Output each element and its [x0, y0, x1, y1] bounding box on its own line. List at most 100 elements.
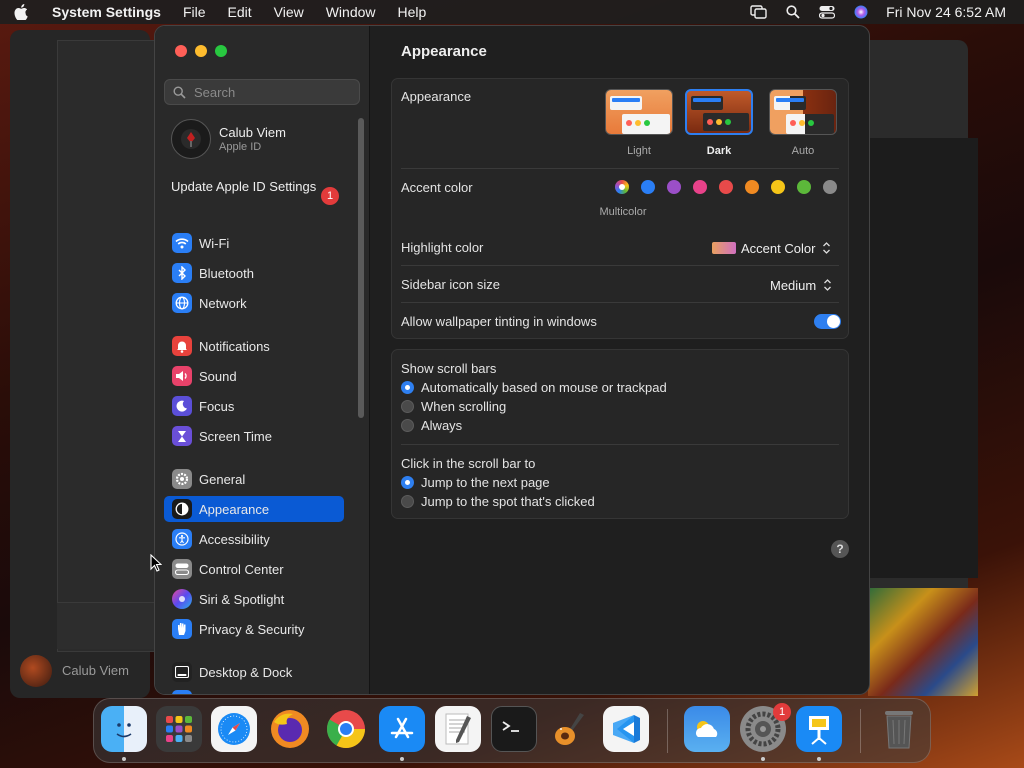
desktop-wallpaper-painting: [868, 588, 978, 696]
radio-button[interactable]: [401, 495, 414, 508]
chrome-icon[interactable]: [323, 706, 369, 752]
zoom-window-button[interactable]: [215, 45, 227, 57]
sidebar-item-sound[interactable]: Sound: [164, 363, 344, 389]
edit-menu[interactable]: Edit: [228, 4, 252, 20]
light-thumb-dot: [644, 120, 650, 126]
divider: [401, 265, 839, 266]
sidebar: Calub Viem Apple ID Update Apple ID Sett…: [155, 26, 370, 694]
sidebar-item-focus[interactable]: Focus: [164, 393, 344, 419]
sidebar-item-label: Appearance: [199, 501, 270, 517]
weather-icon[interactable]: [684, 706, 730, 752]
terminal-icon[interactable]: [491, 706, 537, 752]
accent-graphite-swatch[interactable]: [823, 180, 837, 194]
accent-orange-swatch[interactable]: [745, 180, 759, 194]
sidebar-item-wifi[interactable]: Wi-Fi: [164, 230, 344, 256]
keynote-icon[interactable]: [796, 706, 842, 752]
control-center-menu-icon[interactable]: [818, 5, 836, 19]
sidebar-item-siri-spotlight[interactable]: Siri & Spotlight: [164, 586, 344, 612]
sidebar-item-notifications[interactable]: Notifications: [164, 333, 344, 359]
screen-mirroring-icon[interactable]: [750, 5, 768, 19]
accent-pink-swatch[interactable]: [693, 180, 707, 194]
accent-purple-swatch[interactable]: [667, 180, 681, 194]
sidebar-icon-size-select[interactable]: Medium: [770, 277, 833, 293]
safari-icon[interactable]: [211, 706, 257, 752]
moon-icon: [172, 396, 192, 416]
sidebar-item-network[interactable]: Network: [164, 290, 344, 316]
firefox-icon[interactable]: [267, 706, 313, 752]
menu-bar-clock[interactable]: Fri Nov 24 6:52 AM: [886, 4, 1006, 20]
radio-label: Always: [421, 418, 463, 433]
appearance-icon: [172, 499, 192, 519]
auto-thumb-dot: [799, 120, 805, 126]
sidebar-scrollbar[interactable]: [358, 118, 364, 418]
radio-button[interactable]: [401, 476, 414, 489]
sidebar-icon-size-value: Medium: [770, 277, 817, 293]
radio-button[interactable]: [401, 419, 414, 432]
help-button[interactable]: ?: [831, 540, 849, 558]
trash-icon[interactable]: [876, 706, 922, 752]
menu-bar: System Settings File Edit View Window He…: [0, 0, 1024, 24]
sidebar-item-general[interactable]: General: [164, 466, 344, 492]
help-menu[interactable]: Help: [398, 4, 427, 20]
click-scroll-spot-option[interactable]: Jump to the spot that's clicked: [401, 494, 595, 509]
close-window-button[interactable]: [175, 45, 187, 57]
appearance-light-option[interactable]: [605, 89, 673, 135]
sidebar-item-label: Notifications: [199, 338, 270, 354]
appearance-dark-label: Dark: [706, 145, 732, 157]
apple-menu-icon[interactable]: [14, 4, 38, 20]
accent-yellow-swatch[interactable]: [771, 180, 785, 194]
search-field[interactable]: [164, 79, 360, 105]
dock-divider: [860, 709, 861, 753]
highlight-color-select[interactable]: Accent Color: [712, 240, 832, 256]
appearance-dark-option[interactable]: [685, 89, 753, 135]
sidebar-item-label: Wi-Fi: [199, 235, 230, 251]
sidebar-item-control-center[interactable]: Control Center: [164, 556, 344, 582]
appearance-auto-option[interactable]: [769, 89, 837, 135]
sidebar-item-appearance[interactable]: Appearance: [164, 496, 344, 522]
background-window-content: [57, 40, 157, 652]
garageband-icon[interactable]: [547, 706, 593, 752]
accent-multicolor-swatch[interactable]: [615, 180, 629, 194]
siri-icon: [172, 589, 192, 609]
sidebar-item-label: Siri & Spotlight: [199, 591, 285, 607]
app-store-icon[interactable]: [379, 706, 425, 752]
window-menu[interactable]: Window: [326, 4, 376, 20]
sidebar-item-accessibility[interactable]: Accessibility: [164, 526, 344, 552]
scroll-bars-always-option[interactable]: Always: [401, 418, 462, 433]
view-menu[interactable]: View: [274, 4, 304, 20]
accent-blue-swatch[interactable]: [641, 180, 655, 194]
accent-green-swatch[interactable]: [797, 180, 811, 194]
search-input[interactable]: [192, 83, 356, 101]
update-apple-id-settings[interactable]: Update Apple ID Settings: [171, 179, 341, 195]
scroll-bars-automatic-option[interactable]: Automatically based on mouse or trackpad: [401, 380, 667, 395]
scroll-bars-when-scrolling-option[interactable]: When scrolling: [401, 399, 506, 414]
sidebar-item-privacy-security[interactable]: Privacy & Security: [164, 616, 344, 642]
background-avatar: [20, 655, 52, 687]
app-name-menu[interactable]: System Settings: [52, 4, 161, 20]
running-indicator: [761, 757, 765, 761]
wifi-icon: [172, 233, 192, 253]
sidebar-item-desktop-dock[interactable]: Desktop & Dock: [164, 659, 344, 685]
minimize-window-button[interactable]: [195, 45, 207, 57]
finder-icon[interactable]: [101, 706, 147, 752]
appearance-auto-label: Auto: [791, 145, 815, 157]
vscode-icon[interactable]: [603, 706, 649, 752]
file-menu[interactable]: File: [183, 4, 206, 20]
auto-thumb-dot: [790, 120, 796, 126]
radio-button[interactable]: [401, 400, 414, 413]
click-scroll-next-page-option[interactable]: Jump to the next page: [401, 475, 550, 490]
wallpaper-tinting-toggle[interactable]: [814, 314, 841, 329]
accent-red-swatch[interactable]: [719, 180, 733, 194]
dark-thumb-bar: [693, 98, 721, 102]
speaker-icon: [172, 366, 192, 386]
spotlight-search-icon[interactable]: [784, 5, 802, 19]
textedit-icon[interactable]: [435, 706, 481, 752]
sidebar-item-screen-time[interactable]: Screen Time: [164, 423, 344, 449]
siri-menu-icon[interactable]: [852, 5, 870, 19]
sidebar-item-bluetooth[interactable]: Bluetooth: [164, 260, 344, 286]
apple-id-account[interactable]: Calub Viem Apple ID: [171, 119, 286, 159]
launchpad-icon[interactable]: [156, 706, 202, 752]
wallpaper-tinting-label: Allow wallpaper tinting in windows: [401, 314, 597, 329]
radio-button[interactable]: [401, 381, 414, 394]
auto-thumb-bar: [776, 98, 804, 102]
